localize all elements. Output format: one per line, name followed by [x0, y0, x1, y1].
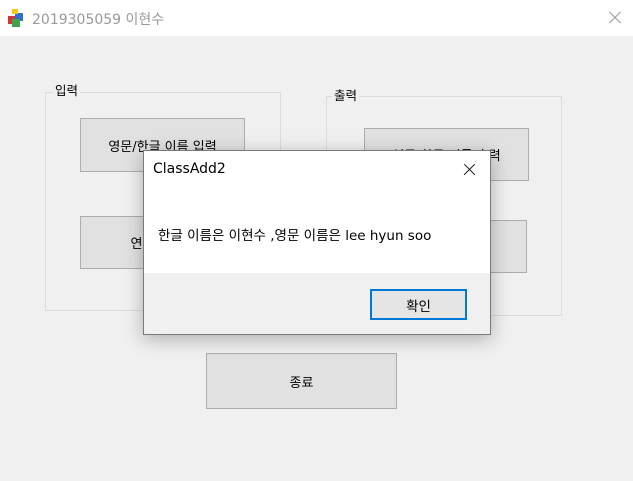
ok-button[interactable]: 확인	[370, 289, 467, 320]
exit-button[interactable]: 종료	[206, 353, 397, 409]
output-group-label: 출력	[332, 88, 360, 104]
app-icon	[8, 9, 23, 27]
dialog-close-icon[interactable]	[451, 155, 487, 183]
title-bar: 2019305059 이현수	[0, 0, 633, 36]
dialog-title: ClassAdd2	[153, 161, 226, 177]
window-title: 2019305059 이현수	[32, 12, 165, 28]
input-group-label: 입력	[53, 83, 81, 99]
dialog-content-area: ClassAdd2 한글 이름은 이현수 ,영문 이름은 lee hyun so…	[144, 151, 490, 273]
message-dialog: ClassAdd2 한글 이름은 이현수 ,영문 이름은 lee hyun so…	[143, 150, 491, 335]
window-close-button[interactable]	[597, 0, 633, 36]
dialog-message: 한글 이름은 이현수 ,영문 이름은 lee hyun soo	[158, 228, 432, 244]
